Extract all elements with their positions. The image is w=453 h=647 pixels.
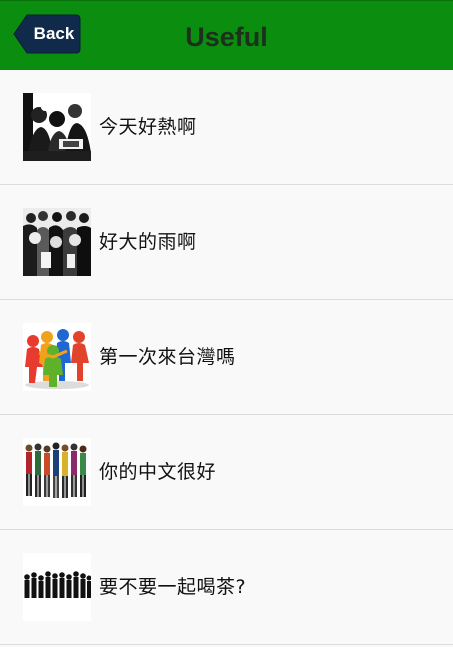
colorful-figures-thumbnail [23, 323, 91, 391]
crowd-photo-thumbnail [23, 208, 91, 276]
list-item[interactable]: 要不要一起喝茶? [0, 530, 453, 645]
silhouettes-thumbnail [23, 553, 91, 621]
phrase-text: 第一次來台灣嗎 [99, 346, 236, 368]
list-item[interactable]: 你的中文很好 [0, 415, 453, 530]
group-people-thumbnail [23, 438, 91, 506]
list-item[interactable]: 好大的雨啊 [0, 185, 453, 300]
phrase-text: 你的中文很好 [99, 461, 217, 483]
phrase-list: 今天好熱啊 好大的雨啊 第一次來台灣嗎 你的中文很好 要不要一起喝茶? [0, 70, 453, 645]
phrase-text: 今天好熱啊 [99, 116, 197, 138]
crowd-photo-thumbnail [23, 93, 91, 161]
list-item[interactable]: 第一次來台灣嗎 [0, 300, 453, 415]
back-button-label: Back [33, 24, 75, 43]
list-item[interactable]: 今天好熱啊 [0, 70, 453, 185]
phrase-text: 要不要一起喝茶? [99, 576, 247, 598]
phrase-text: 好大的雨啊 [99, 231, 197, 253]
back-button[interactable]: Back [13, 14, 81, 54]
top-bar: Useful Back [0, 0, 453, 70]
